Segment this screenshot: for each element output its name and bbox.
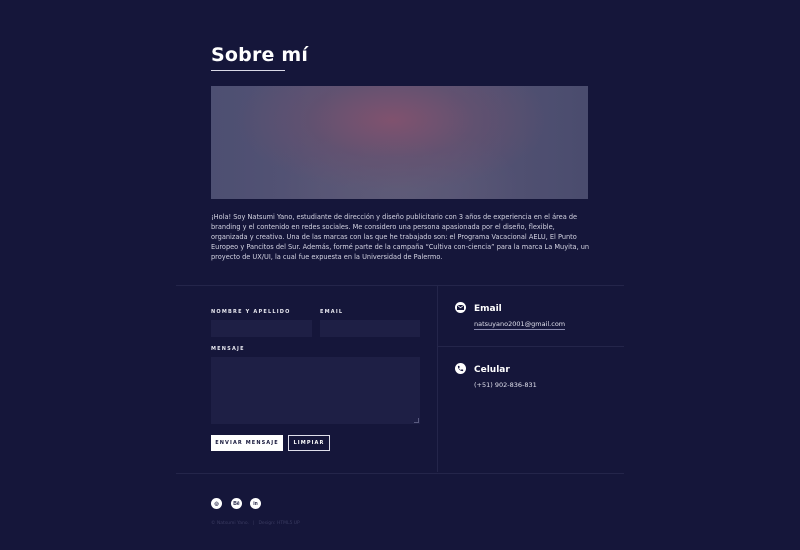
email-label: EMAIL bbox=[320, 309, 344, 315]
about-title: Sobre mí bbox=[211, 44, 309, 66]
phone-icon bbox=[455, 363, 466, 374]
envelope-icon bbox=[455, 302, 466, 313]
linkedin-icon[interactable]: in bbox=[250, 498, 261, 509]
section-divider-top bbox=[176, 285, 624, 286]
phone-title: Celular bbox=[474, 365, 510, 375]
email-value[interactable]: natsuyano2001@gmail.com bbox=[474, 320, 566, 330]
about-paragraph: ¡Hola! Soy Natsumi Yano, estudiante de d… bbox=[211, 213, 590, 261]
clear-button[interactable]: LIMPIAR bbox=[288, 435, 330, 451]
phone-value: (+51) 902-836-831 bbox=[474, 381, 537, 389]
email-title: Email bbox=[474, 304, 502, 314]
send-message-button[interactable]: ENVIAR MENSAJE bbox=[211, 435, 283, 451]
email-link[interactable]: natsuyano2001@gmail.com bbox=[474, 320, 566, 330]
page: Sobre mí ¡Hola! Soy Natsumi Yano, estudi… bbox=[0, 0, 800, 550]
behance-icon[interactable]: Bē bbox=[231, 498, 242, 509]
section-divider-bottom bbox=[176, 473, 624, 474]
copyright: © Natsumi Yano. | Design: HTML5 UP bbox=[211, 521, 300, 526]
copyright-text: © Natsumi Yano. bbox=[211, 521, 249, 526]
resize-handle-icon[interactable] bbox=[414, 418, 419, 423]
name-input[interactable] bbox=[211, 320, 312, 337]
name-label: NOMBRE Y APELLIDO bbox=[211, 309, 291, 315]
section-divider-vertical bbox=[437, 285, 438, 472]
contact-divider bbox=[438, 346, 624, 347]
message-label: MENSAJE bbox=[211, 346, 245, 352]
design-credit[interactable]: Design: HTML5 UP bbox=[258, 521, 299, 526]
email-input[interactable] bbox=[320, 320, 420, 337]
dribbble-icon[interactable]: ◎ bbox=[211, 498, 222, 509]
copyright-separator: | bbox=[252, 521, 255, 526]
title-underline bbox=[211, 70, 285, 71]
about-banner-image bbox=[211, 86, 588, 199]
message-textarea[interactable] bbox=[211, 357, 420, 424]
